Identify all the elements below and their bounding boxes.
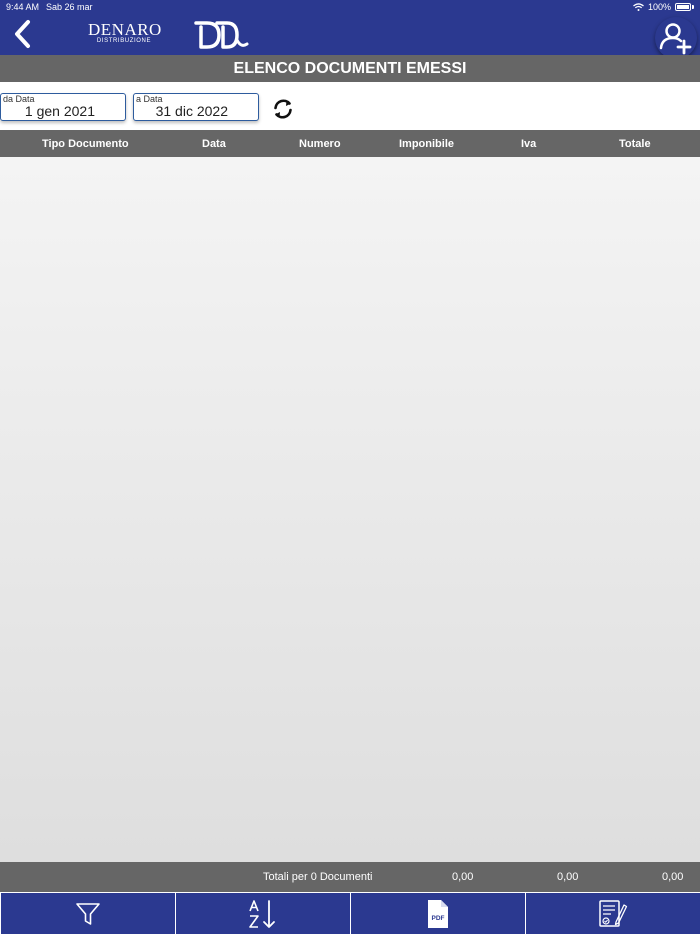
brand-subtitle: DISTRIBUZIONE [96,38,152,44]
sign-document-button[interactable] [526,893,700,934]
column-header-imponibile[interactable]: Imponibile [399,138,454,150]
column-header-tipo-documento[interactable]: Tipo Documento [42,138,129,150]
add-user-icon [659,23,692,55]
sort-button[interactable] [176,893,350,934]
totals-bar: Totali per 0 Documenti 0,00 0,00 0,00 [0,862,700,892]
totals-label: Totali per 0 Documenti [263,871,373,883]
back-button[interactable] [10,18,36,50]
column-header-numero[interactable]: Numero [299,138,341,150]
from-date-value: 1 gen 2021 [24,103,95,119]
document-list[interactable] [0,157,700,862]
battery-percent: 100% [647,2,671,12]
svg-text:PDF: PDF [432,915,445,922]
page-title: ELENCO DOCUMENTI EMESSI [0,55,700,82]
total-imponibile: 0,00 [452,871,474,883]
status-bar: 9:44 AM Sab 26 mar 100% [0,0,700,14]
column-header-data[interactable]: Data [202,138,226,150]
filter-icon [76,902,100,925]
brand-name: DENARO [88,20,162,39]
pdf-icon: PDF [428,899,448,928]
wifi-icon [633,3,644,11]
status-time: 9:44 AM [6,2,40,12]
sort-az-icon [249,899,275,928]
pdf-export-button[interactable]: PDF [351,893,525,934]
dd-logo-icon [194,21,249,49]
battery-icon [675,3,691,11]
to-date-field[interactable]: a Data 31 dic 2022 [133,93,259,121]
from-date-field[interactable]: da Data 1 gen 2021 [0,93,126,121]
status-right: 100% [633,2,694,12]
chevron-left-icon [15,20,30,48]
date-filter-bar: da Data 1 gen 2021 a Data 31 dic 2022 [0,82,700,130]
column-header-totale[interactable]: Totale [619,138,651,150]
top-bar: 9:44 AM Sab 26 mar 100% DENARO DISTRIBUZ… [0,0,700,59]
signed-document-icon [599,899,628,927]
refresh-button[interactable] [271,97,295,121]
total-totale: 0,00 [662,871,684,883]
add-user-button[interactable] [655,17,697,59]
bottom-toolbar: PDF [0,892,700,934]
status-date: Sab 26 mar [46,2,93,12]
to-date-value: 31 dic 2022 [155,103,228,119]
brand-logo: DENARO DISTRIBUZIONE [88,20,162,44]
table-header: Tipo Documento Data Numero Imponibile Iv… [0,130,700,157]
total-iva: 0,00 [557,871,579,883]
battery-tip [692,5,694,9]
column-header-iva[interactable]: Iva [521,138,536,150]
filter-button[interactable] [1,893,175,934]
refresh-icon [274,99,292,119]
